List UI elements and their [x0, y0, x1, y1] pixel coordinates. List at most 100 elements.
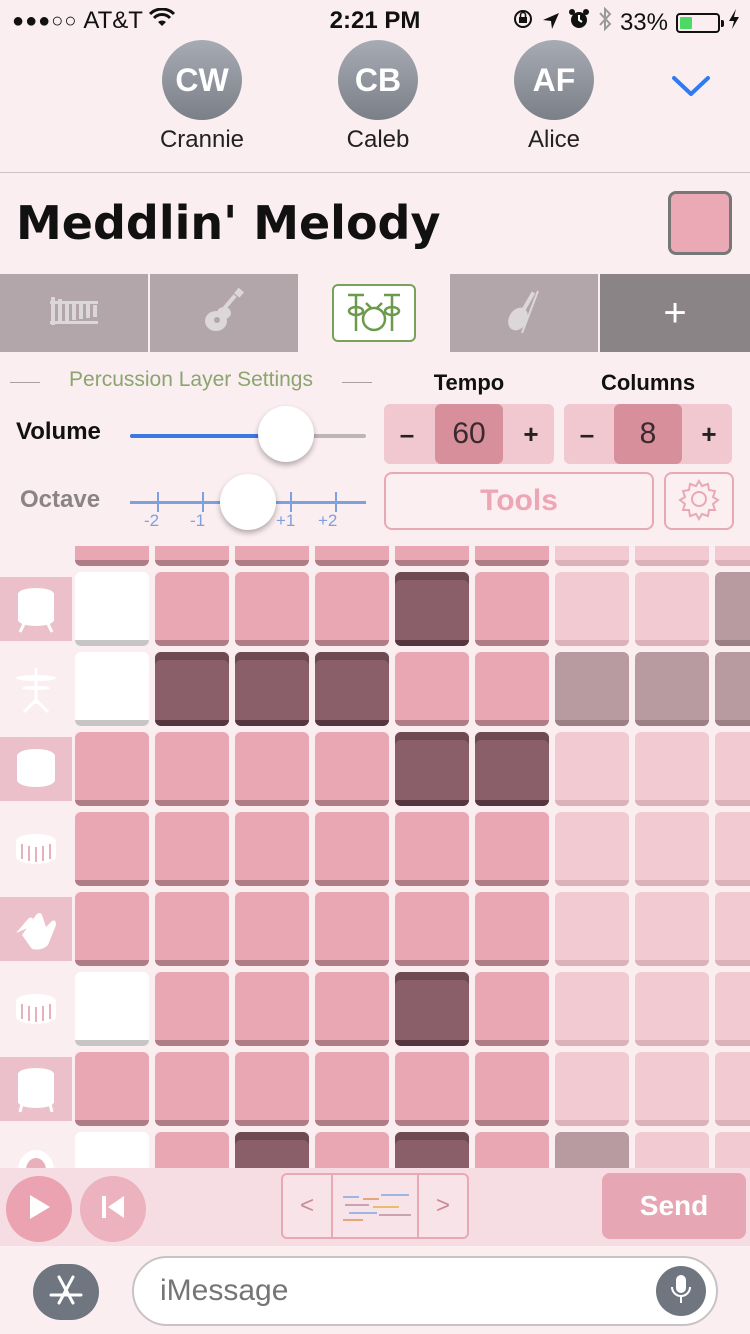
- grid-cell[interactable]: [475, 972, 549, 1046]
- grid-cell[interactable]: [75, 732, 149, 806]
- tempo-increase-button[interactable]: +: [508, 404, 554, 464]
- song-title[interactable]: Meddlin' Melody: [16, 196, 440, 250]
- grid-cell[interactable]: [555, 812, 629, 886]
- grid-cell[interactable]: [635, 892, 709, 966]
- grid-cell[interactable]: [715, 1132, 750, 1168]
- grid-cell[interactable]: [155, 892, 229, 966]
- grid-cell[interactable]: [635, 652, 709, 726]
- grid-cell[interactable]: [315, 892, 389, 966]
- grid-cell[interactable]: [635, 732, 709, 806]
- grid-cell[interactable]: [155, 1132, 229, 1168]
- tab-guitar[interactable]: [150, 274, 298, 352]
- grid-cell[interactable]: [315, 546, 389, 566]
- microphone-button[interactable]: [656, 1266, 706, 1316]
- grid-cell[interactable]: [155, 572, 229, 646]
- grid-cell[interactable]: [75, 572, 149, 646]
- grid-cell[interactable]: [155, 972, 229, 1046]
- grid-cell[interactable]: [475, 572, 549, 646]
- chevron-down-icon[interactable]: [670, 70, 712, 100]
- grid-cell[interactable]: [555, 1052, 629, 1126]
- grid-cell[interactable]: [315, 1132, 389, 1168]
- grid-cell[interactable]: [155, 546, 229, 566]
- tab-xylophone[interactable]: [0, 274, 148, 352]
- grid-cell[interactable]: [75, 1052, 149, 1126]
- grid-cell[interactable]: [395, 546, 469, 566]
- settings-button[interactable]: [664, 472, 734, 530]
- app-store-button[interactable]: [33, 1264, 99, 1320]
- grid-cell[interactable]: [635, 1132, 709, 1168]
- grid-cell[interactable]: [315, 972, 389, 1046]
- grid-cell[interactable]: [555, 732, 629, 806]
- grid-cell[interactable]: [75, 972, 149, 1046]
- tempo-decrease-button[interactable]: –: [384, 404, 430, 464]
- volume-slider-knob[interactable]: [258, 406, 314, 462]
- grid-cell[interactable]: [155, 1052, 229, 1126]
- grid-cell[interactable]: [235, 652, 309, 726]
- floor-tom-icon[interactable]: [0, 1057, 72, 1121]
- kick-drum-icon[interactable]: [0, 577, 72, 641]
- clap-icon[interactable]: [0, 897, 72, 961]
- message-input[interactable]: [132, 1256, 718, 1326]
- grid-cell[interactable]: [475, 1052, 549, 1126]
- grid-cell[interactable]: [635, 572, 709, 646]
- cymbal-icon[interactable]: [0, 657, 72, 721]
- grid-cell[interactable]: [715, 572, 750, 646]
- grid-cell[interactable]: [475, 546, 549, 566]
- grid-cell[interactable]: [475, 652, 549, 726]
- grid-cell[interactable]: [395, 1132, 469, 1168]
- grid-cell[interactable]: [475, 1132, 549, 1168]
- grid-cell[interactable]: [475, 892, 549, 966]
- color-swatch[interactable]: [668, 191, 732, 255]
- tom-icon[interactable]: [0, 737, 72, 801]
- grid-cell[interactable]: [315, 652, 389, 726]
- song-thumbnail[interactable]: [339, 1189, 415, 1225]
- grid-cell[interactable]: [155, 812, 229, 886]
- grid-cell[interactable]: [315, 1052, 389, 1126]
- grid-cell[interactable]: [715, 546, 750, 566]
- grid-cell[interactable]: [235, 732, 309, 806]
- tab-drums[interactable]: [300, 274, 448, 352]
- grid-cell[interactable]: [235, 1132, 309, 1168]
- grid-cell[interactable]: [395, 892, 469, 966]
- grid-cell[interactable]: [475, 732, 549, 806]
- grid-cell[interactable]: [635, 812, 709, 886]
- grid-cell[interactable]: [555, 572, 629, 646]
- grid-cell[interactable]: [235, 572, 309, 646]
- grid-cell[interactable]: [395, 652, 469, 726]
- grid-cell[interactable]: [75, 1132, 149, 1168]
- grid-cell[interactable]: [715, 812, 750, 886]
- contact-caleb[interactable]: CB Caleb: [318, 40, 438, 154]
- grid-cell[interactable]: [315, 572, 389, 646]
- bass-drum-icon[interactable]: [0, 1137, 72, 1168]
- grid-cell[interactable]: [555, 1132, 629, 1168]
- grid-cell[interactable]: [315, 732, 389, 806]
- grid-cell[interactable]: [555, 972, 629, 1046]
- grid-cell[interactable]: [395, 572, 469, 646]
- grid-cell[interactable]: [395, 1052, 469, 1126]
- grid-cell[interactable]: [715, 972, 750, 1046]
- send-button[interactable]: Send: [602, 1173, 746, 1239]
- octave-slider-knob[interactable]: [220, 474, 276, 530]
- grid-cell[interactable]: [235, 546, 309, 566]
- columns-decrease-button[interactable]: –: [564, 404, 610, 464]
- grid-cell[interactable]: [475, 812, 549, 886]
- tools-button[interactable]: Tools: [384, 472, 654, 530]
- grid-cell[interactable]: [715, 1052, 750, 1126]
- grid-cell[interactable]: [715, 732, 750, 806]
- rewind-button[interactable]: [80, 1176, 146, 1242]
- next-page-button[interactable]: >: [417, 1175, 467, 1237]
- grid-cell[interactable]: [555, 652, 629, 726]
- grid-cell[interactable]: [75, 546, 149, 566]
- grid-cell[interactable]: [235, 972, 309, 1046]
- grid-cell[interactable]: [395, 732, 469, 806]
- grid-cell[interactable]: [635, 546, 709, 566]
- grid-cell[interactable]: [635, 1052, 709, 1126]
- grid-cell[interactable]: [75, 812, 149, 886]
- columns-increase-button[interactable]: +: [686, 404, 732, 464]
- grid-cell[interactable]: [155, 732, 229, 806]
- previous-page-button[interactable]: <: [283, 1175, 333, 1237]
- tab-violin[interactable]: [450, 274, 598, 352]
- snare-icon[interactable]: [0, 817, 72, 881]
- grid-cell[interactable]: [315, 812, 389, 886]
- grid-cell[interactable]: [395, 972, 469, 1046]
